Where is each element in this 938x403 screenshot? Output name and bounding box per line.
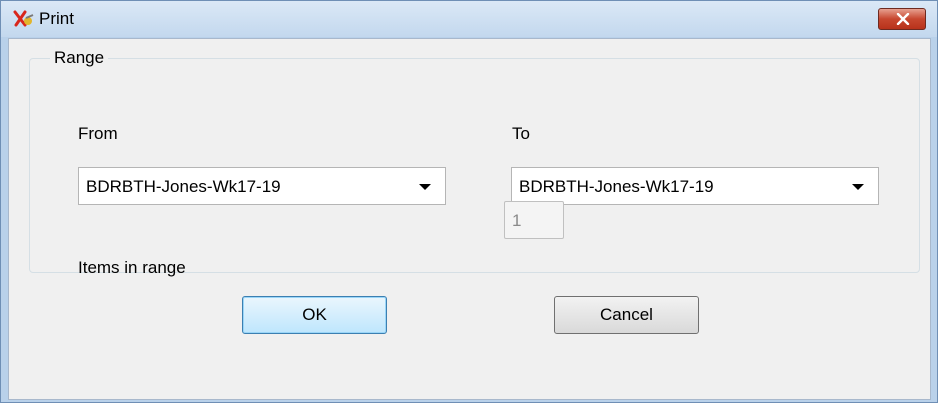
chevron-down-icon (419, 184, 431, 190)
from-dropdown[interactable]: BDRBTH-Jones-Wk17-19 (78, 167, 446, 205)
cancel-button[interactable]: Cancel (554, 296, 699, 334)
window-title: Print (39, 9, 74, 28)
items-in-range-label: Items in range (78, 258, 186, 277)
items-in-range-field: 1 (504, 201, 564, 239)
print-dialog: Print Range From To BDRBTH-Jones-Wk17-19… (0, 0, 938, 403)
ok-button[interactable]: OK (242, 296, 387, 334)
items-in-range-value: 1 (512, 211, 522, 230)
close-icon (896, 13, 910, 25)
tool-icon (13, 9, 35, 29)
close-button[interactable] (878, 8, 926, 30)
to-label: To (512, 124, 530, 143)
range-groupbox: Range (29, 48, 920, 273)
to-dropdown-value: BDRBTH-Jones-Wk17-19 (519, 177, 714, 196)
title-bar[interactable]: Print (1, 1, 937, 37)
from-label: From (78, 124, 118, 143)
to-dropdown[interactable]: BDRBTH-Jones-Wk17-19 (511, 167, 879, 205)
from-dropdown-value: BDRBTH-Jones-Wk17-19 (86, 177, 281, 196)
range-group-label: Range (50, 48, 109, 68)
chevron-down-icon (852, 184, 864, 190)
